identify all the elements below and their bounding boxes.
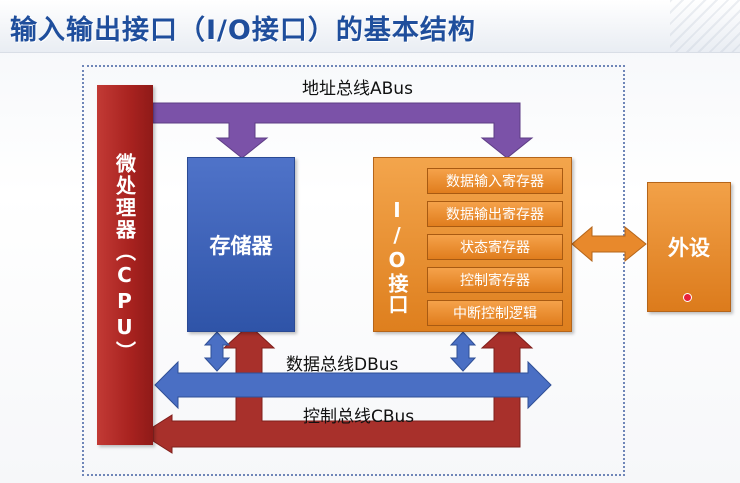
address-bus-label: 地址总线ABus [302,79,413,99]
io-interface-block: I/O接口 数据输入寄存器 数据输出寄存器 状态寄存器 控制寄存器 中断控制逻辑 [373,157,572,332]
register-control: 控制寄存器 [427,267,563,293]
cpu-block: 微处理器（CPU） [97,85,153,445]
cpu-label: 微处理器（CPU） [112,153,137,363]
register-data-output: 数据输出寄存器 [427,201,563,227]
data-bus-label: 数据总线DBus [286,355,399,375]
memory-label: 存储器 [209,233,273,258]
address-bus-arrow [152,102,534,159]
register-data-input: 数据输入寄存器 [427,168,563,194]
register-status: 状态寄存器 [427,234,563,260]
io-peripheral-arrow [571,225,647,263]
memory-block: 存储器 [187,157,295,332]
interrupt-control-logic: 中断控制逻辑 [427,300,563,326]
control-bus-label: 控制总线CBus [303,407,415,427]
pointer-dot [683,293,692,302]
memory-data-arrow [203,331,231,372]
io-data-arrow [449,331,477,372]
io-interface-label: I/O接口 [385,198,409,315]
peripheral-label: 外设 [668,236,710,260]
